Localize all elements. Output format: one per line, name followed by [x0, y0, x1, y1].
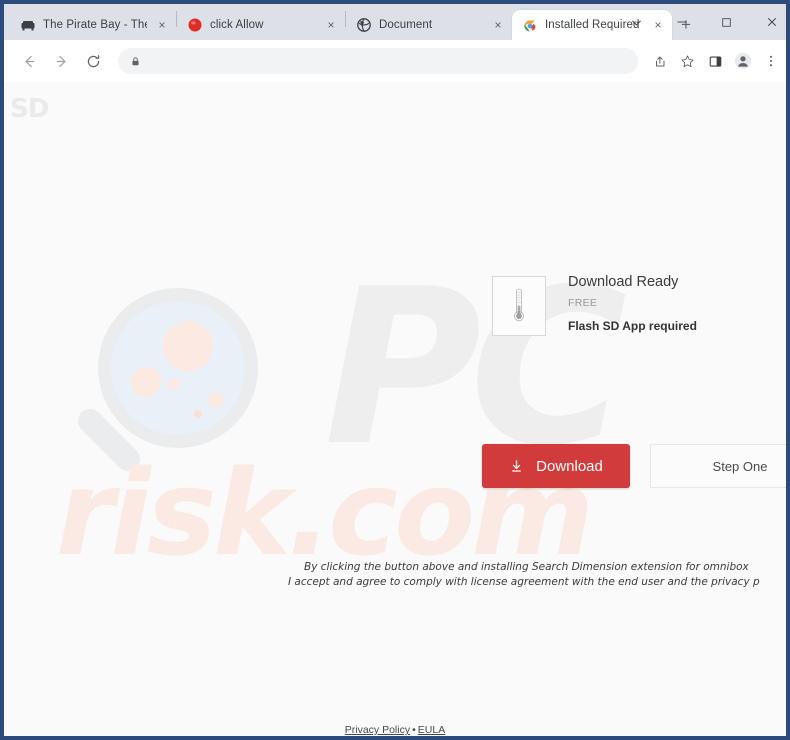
back-button[interactable]	[14, 46, 44, 76]
chrome-icon	[522, 17, 538, 33]
download-header: Download Ready FREE Flash SD App require…	[470, 274, 786, 336]
piratebay-icon	[20, 17, 36, 33]
tab-title: The Pirate Bay - The gala	[43, 19, 147, 31]
reload-button[interactable]	[78, 46, 108, 76]
forward-button[interactable]	[46, 46, 76, 76]
side-panel-icon[interactable]	[702, 48, 728, 74]
download-card: Download Ready FREE Flash SD App require…	[470, 274, 786, 488]
tab-title: Document	[379, 19, 433, 31]
step-one-label: Step One	[712, 458, 768, 474]
lock-icon	[130, 56, 141, 67]
red-circle-icon	[187, 17, 203, 33]
profile-icon[interactable]	[730, 48, 756, 74]
address-bar[interactable]	[118, 48, 638, 74]
disclaimer-line-1: By clicking the button above and install…	[304, 561, 749, 573]
page-footer: Privacy Policy • EULA	[4, 724, 786, 736]
disclaimer-line-2: I accept and agree to comply with licens…	[288, 576, 760, 589]
tab-title: click Allow	[210, 19, 264, 31]
tab-close-button[interactable]: ×	[490, 17, 506, 33]
minimize-button[interactable]	[659, 6, 704, 38]
three-dot-menu-icon[interactable]	[758, 48, 784, 74]
download-button-label: Download	[536, 457, 603, 475]
download-arrow-icon	[509, 459, 524, 474]
download-button[interactable]: Download	[482, 444, 630, 488]
window-controls	[614, 4, 786, 40]
tab-the-pirate-bay[interactable]: The Pirate Bay - The gala ×	[10, 10, 176, 40]
browser-window: The Pirate Bay - The gala × click Allow …	[0, 0, 790, 740]
tab-click-allow[interactable]: click Allow ×	[177, 10, 345, 40]
star-icon[interactable]	[674, 48, 700, 74]
disclaimer-text: By clicking the button above and install…	[288, 560, 786, 590]
thermometer-icon	[492, 276, 546, 336]
share-icon[interactable]	[646, 48, 672, 74]
sd-logo: SD	[10, 94, 49, 124]
tab-document[interactable]: Document ×	[346, 10, 512, 40]
download-title: Download Ready	[568, 274, 679, 290]
page-viewport: SD PC risk.com Download Ready FREE Flash…	[4, 82, 786, 736]
tab-close-button[interactable]: ×	[323, 17, 339, 33]
tab-strip: The Pirate Bay - The gala × click Allow …	[4, 4, 786, 40]
download-requirement: Flash SD App required	[568, 319, 697, 333]
download-price: FREE	[568, 297, 598, 309]
footer-separator: •	[412, 724, 416, 736]
tab-close-button[interactable]: ×	[154, 17, 170, 33]
close-window-button[interactable]	[749, 6, 786, 38]
browser-toolbar	[4, 40, 786, 82]
maximize-button[interactable]	[704, 6, 749, 38]
globe-icon	[356, 17, 372, 33]
download-actions: Download Step One	[482, 444, 786, 488]
step-one-panel[interactable]: Step One	[650, 444, 786, 488]
privacy-policy-link[interactable]: Privacy Policy	[345, 724, 410, 736]
tab-search-button[interactable]	[614, 6, 659, 38]
eula-link[interactable]: EULA	[418, 724, 445, 736]
download-meta: Download Ready FREE Flash SD App require…	[568, 274, 697, 333]
